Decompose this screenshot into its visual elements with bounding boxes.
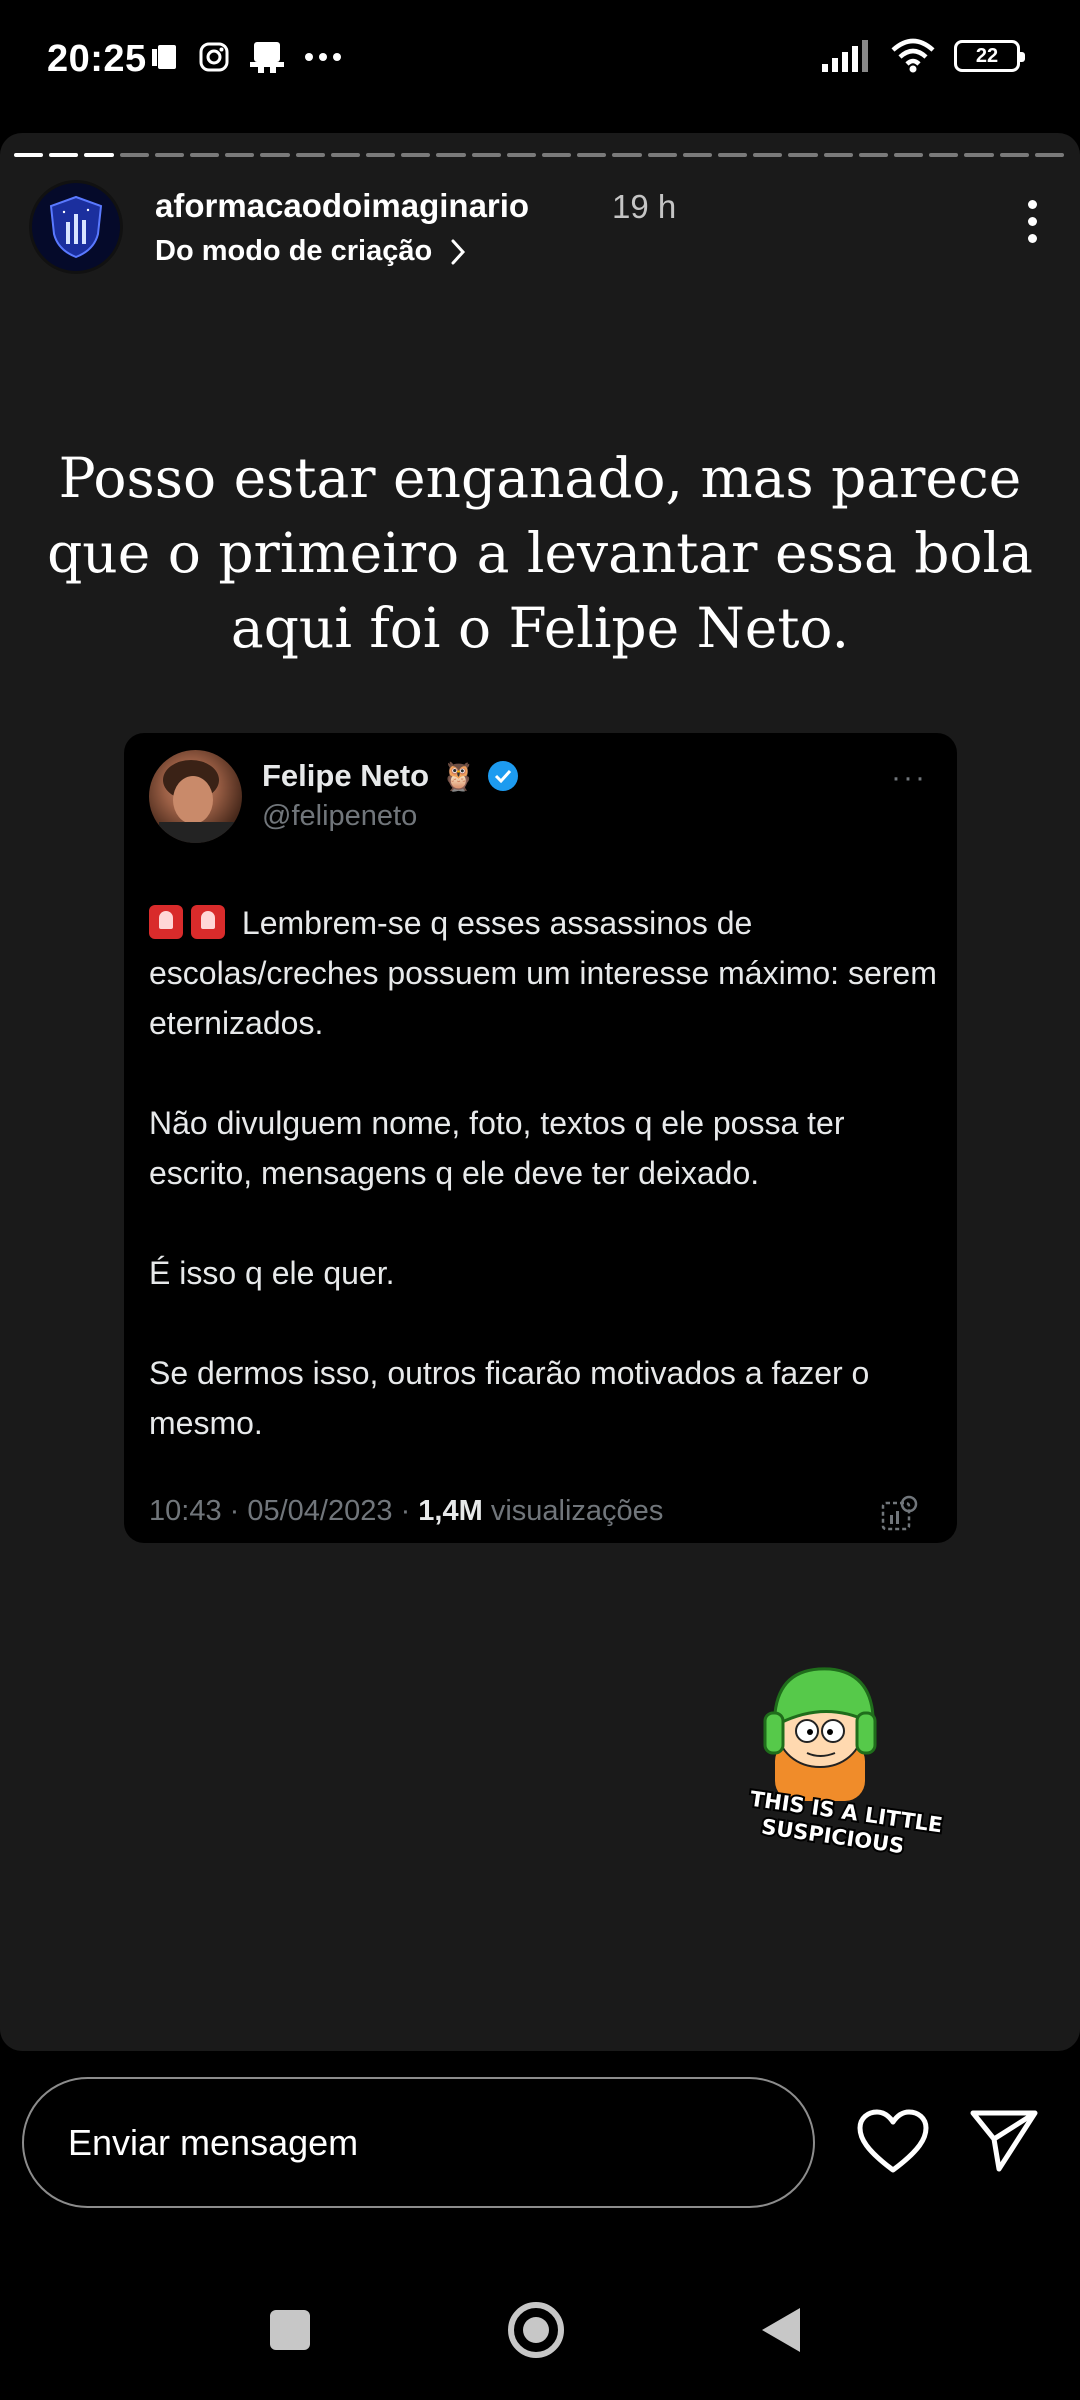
tweet-paragraph-2: Não divulguem nome, foto, textos q ele p… xyxy=(149,1105,845,1191)
tweet-author-avatar xyxy=(149,750,242,843)
recent-apps-button[interactable] xyxy=(270,2310,310,2350)
instagram-icon xyxy=(199,42,229,72)
tweet-paragraph-3: É isso q ele quer. xyxy=(149,1255,395,1291)
more-dots-icon xyxy=(305,53,341,61)
progress-segment xyxy=(682,153,713,157)
progress-segment xyxy=(753,153,783,157)
progress-segment xyxy=(330,153,361,157)
wifi-icon xyxy=(891,38,935,73)
sim-card-icon xyxy=(152,45,176,69)
tweet-author-name: Felipe Neto 🦉 xyxy=(262,758,518,794)
progress-segment xyxy=(14,153,44,157)
story-viewer[interactable]: aformacaodoimaginario 19 h Do modo de cr… xyxy=(0,133,1080,2051)
verified-badge-icon xyxy=(487,761,518,791)
progress-segment xyxy=(929,153,959,157)
progress-segment xyxy=(225,153,255,157)
battery-icon: 22 xyxy=(954,40,1025,72)
tweet-meta: 10:43 · 05/04/2023 · 1,4M visualizações xyxy=(149,1495,664,1527)
dot xyxy=(1027,233,1037,243)
progress-segment xyxy=(999,153,1029,157)
tweet-body: Lembrem-se q esses assassinos de escolas… xyxy=(149,898,939,1498)
back-button[interactable] xyxy=(762,2308,800,2352)
story-header: aformacaodoimaginario 19 h Do modo de cr… xyxy=(32,183,1052,283)
progress-segment xyxy=(366,153,396,157)
status-icons-right: 22 xyxy=(822,38,1025,74)
progress-segment xyxy=(542,153,572,157)
progress-segment xyxy=(401,153,431,157)
progress-segment xyxy=(506,153,537,157)
progress-segment xyxy=(788,153,818,157)
creation-mode-label: Do modo de criação xyxy=(155,235,433,267)
tweet-author-handle: @felipeneto xyxy=(262,800,418,832)
story-options-button[interactable] xyxy=(1012,191,1052,251)
progress-segment xyxy=(119,153,149,157)
siren-emoji-icon xyxy=(149,905,183,939)
tweet-paragraph-4: Se dermos isso, outros ficarão motivados… xyxy=(149,1355,870,1441)
heart-icon[interactable] xyxy=(856,2108,930,2176)
story-time-ago: 19 h xyxy=(612,188,677,225)
status-bar: 20:25 22 xyxy=(0,0,1080,125)
progress-segment xyxy=(612,153,642,157)
progress-segment xyxy=(84,153,114,157)
creation-mode-link[interactable]: Do modo de criação xyxy=(155,235,466,268)
dot xyxy=(1027,216,1037,226)
tweet-date: 05/04/2023 xyxy=(247,1495,393,1527)
progress-segment xyxy=(577,153,607,157)
home-button[interactable] xyxy=(508,2302,564,2358)
send-icon[interactable] xyxy=(969,2107,1039,2173)
progress-segment xyxy=(260,153,290,157)
progress-segment xyxy=(718,153,748,157)
tweet-views-label: visualizações xyxy=(490,1495,664,1527)
profile-avatar[interactable] xyxy=(32,183,120,271)
progress-segment xyxy=(49,153,79,157)
progress-segment xyxy=(964,153,994,157)
signal-icon xyxy=(822,40,868,72)
status-time: 20:25 xyxy=(47,38,147,80)
cartoon-character-icon: THIS IS A LITTLE SUSPICIOUS xyxy=(747,1667,946,1860)
owl-emoji-icon: 🦉 xyxy=(441,760,476,792)
android-nav-bar xyxy=(0,2250,1080,2400)
tweet-author-name-text: Felipe Neto xyxy=(262,758,430,793)
dot xyxy=(1027,199,1037,209)
analytics-icon xyxy=(881,1495,918,1531)
chevron-right-icon xyxy=(451,239,466,264)
story-progress-bar xyxy=(14,153,1065,157)
tweet-paragraph-1-text: Lembrem-se q esses assassinos de escolas… xyxy=(149,905,937,1041)
reply-bar: Enviar mensagem xyxy=(0,2051,1080,2208)
siren-emoji-icon xyxy=(191,905,225,939)
progress-segment xyxy=(1034,153,1065,157)
progress-segment xyxy=(894,153,924,157)
progress-segment xyxy=(471,153,501,157)
tweet-paragraph-1: Lembrem-se q esses assassinos de escolas… xyxy=(149,898,939,1048)
story-caption: Posso estar enganado, mas parece que o p… xyxy=(47,446,1033,660)
progress-segment xyxy=(154,153,185,157)
kyle-sticker[interactable]: THIS IS A LITTLE SUSPICIOUS xyxy=(735,1661,955,1861)
tweet-card: Felipe Neto 🦉 @felipeneto ··· Lembrem-se… xyxy=(124,733,957,1543)
progress-segment xyxy=(436,153,466,157)
send-message-input[interactable]: Enviar mensagem xyxy=(22,2077,815,2208)
story-username[interactable]: aformacaodoimaginario xyxy=(155,187,529,225)
progress-segment xyxy=(823,153,853,157)
progress-segment xyxy=(190,153,220,157)
progress-segment xyxy=(295,153,325,157)
tweet-views-count: 1,4M xyxy=(418,1495,483,1527)
status-icons-left xyxy=(152,40,342,74)
tweet-time: 10:43 xyxy=(149,1495,222,1527)
person-photo-icon xyxy=(159,760,234,843)
tweet-more-icon: ··· xyxy=(891,761,927,794)
progress-segment xyxy=(647,153,677,157)
shield-logo-icon xyxy=(49,195,103,259)
notification-icon xyxy=(250,42,284,73)
progress-segment xyxy=(858,153,889,157)
